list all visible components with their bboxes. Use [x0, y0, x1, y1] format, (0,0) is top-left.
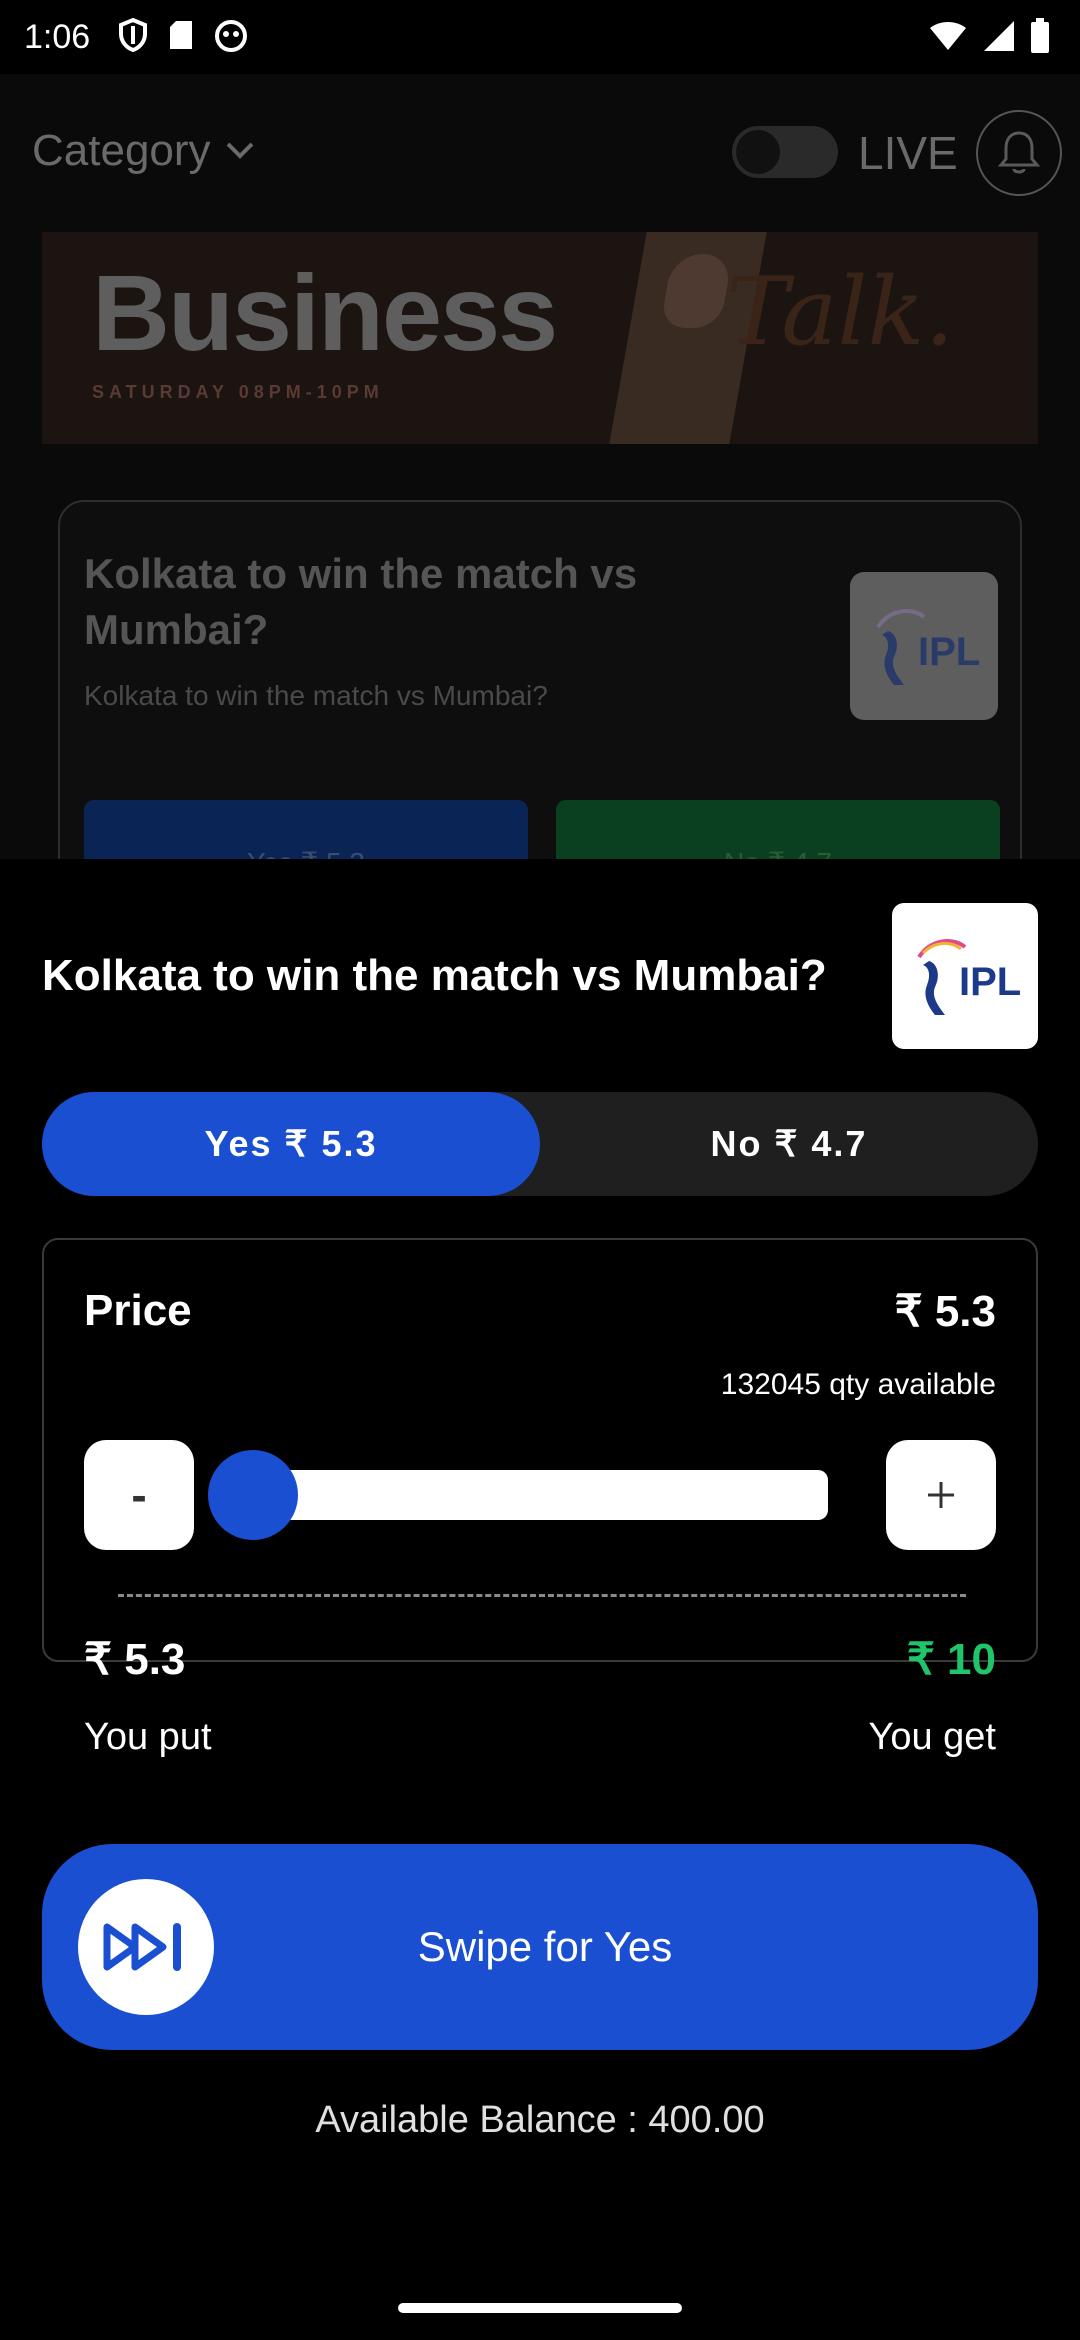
yes-no-toggle: Yes ₹ 5.3 No ₹ 4.7	[42, 1092, 1038, 1196]
decrease-button[interactable]: -	[84, 1440, 194, 1550]
status-time: 1:06	[24, 18, 91, 56]
question-card[interactable]: Kolkata to win the match vs Mumbai? Kolk…	[58, 500, 1022, 859]
swipe-to-confirm-button[interactable]: Swipe for Yes	[42, 1844, 1038, 2050]
question-card-no-button[interactable]: No ₹ 4.7	[556, 800, 1000, 859]
you-get-label: You get	[868, 1716, 996, 1758]
fast-forward-icon	[103, 1923, 181, 1971]
bell-icon	[997, 131, 1041, 174]
category-dropdown[interactable]: Category	[32, 126, 255, 176]
live-label: LIVE	[858, 127, 958, 179]
signal-icon	[984, 21, 1014, 51]
you-get-value: ₹ 10	[906, 1635, 996, 1684]
you-put-value: ₹ 5.3	[84, 1635, 186, 1684]
ipl-logo-mark: IPL	[876, 609, 980, 685]
price-card: Price ₹ 5.3 132045 qty available - ₹ 5.3…	[42, 1238, 1038, 1758]
ipl-logo-text: IPL	[959, 960, 1021, 1004]
banner-title: Business	[92, 252, 558, 373]
face-icon	[215, 20, 247, 52]
you-put-label: You put	[84, 1716, 212, 1758]
wifi-icon	[930, 22, 966, 50]
ipl-logo-mark: IPL	[917, 939, 1021, 1015]
ipl-logo-text: IPL	[918, 630, 980, 674]
home-indicator[interactable]	[398, 2303, 682, 2313]
question-card-title: Kolkata to win the match vs Mumbai?	[84, 550, 638, 653]
increase-button[interactable]	[886, 1440, 996, 1550]
category-label: Category	[32, 126, 211, 175]
status-icons-right	[928, 18, 1050, 54]
quantity-slider-thumb[interactable]	[208, 1450, 298, 1540]
shield-icon	[119, 18, 147, 52]
divider	[118, 1594, 966, 1597]
banner-person-face	[659, 254, 733, 328]
background-page: Category LIVE Business SATURDAY 08PM-10P…	[0, 74, 1080, 859]
no-option-button[interactable]: No ₹ 4.7	[540, 1092, 1038, 1196]
yes-option-button[interactable]: Yes ₹ 5.3	[42, 1092, 540, 1196]
ipl-logo: IPL	[892, 903, 1038, 1049]
toggle-knob	[736, 130, 780, 174]
plus-icon	[928, 1482, 954, 1508]
price-value: ₹ 5.3	[894, 1287, 996, 1336]
status-icons-left	[118, 18, 248, 52]
trade-bottom-sheet: Kolkata to win the match vs Mumbai? IPL …	[0, 859, 1080, 2340]
quantity-slider-track[interactable]	[216, 1470, 828, 1520]
live-toggle[interactable]	[732, 126, 838, 178]
price-label: Price	[84, 1286, 192, 1335]
question-card-subtitle: Kolkata to win the match vs Mumbai?	[84, 680, 548, 711]
promo-banner[interactable]: Business SATURDAY 08PM-10PM Talk.	[42, 232, 1038, 444]
chevron-down-icon	[226, 142, 253, 159]
battery-icon	[1031, 18, 1049, 53]
ipl-logo: IPL	[850, 572, 998, 720]
available-balance: Available Balance : 400.00	[315, 2099, 765, 2141]
qty-available: 132045 qty available	[720, 1368, 996, 1401]
status-bar: 1:06	[0, 0, 1080, 74]
sheet-question-title: Kolkata to win the match vs Mumbai?	[42, 951, 827, 1000]
question-card-yes-button[interactable]: Yes ₹ 5.3	[84, 800, 528, 859]
swipe-knob[interactable]	[78, 1879, 214, 2015]
top-bar: Category LIVE	[0, 74, 1080, 232]
notification-button[interactable]	[976, 110, 1062, 196]
sd-card-icon	[170, 21, 192, 49]
banner-subtitle: SATURDAY 08PM-10PM	[92, 382, 384, 402]
banner-title-accent: Talk.	[726, 258, 955, 367]
